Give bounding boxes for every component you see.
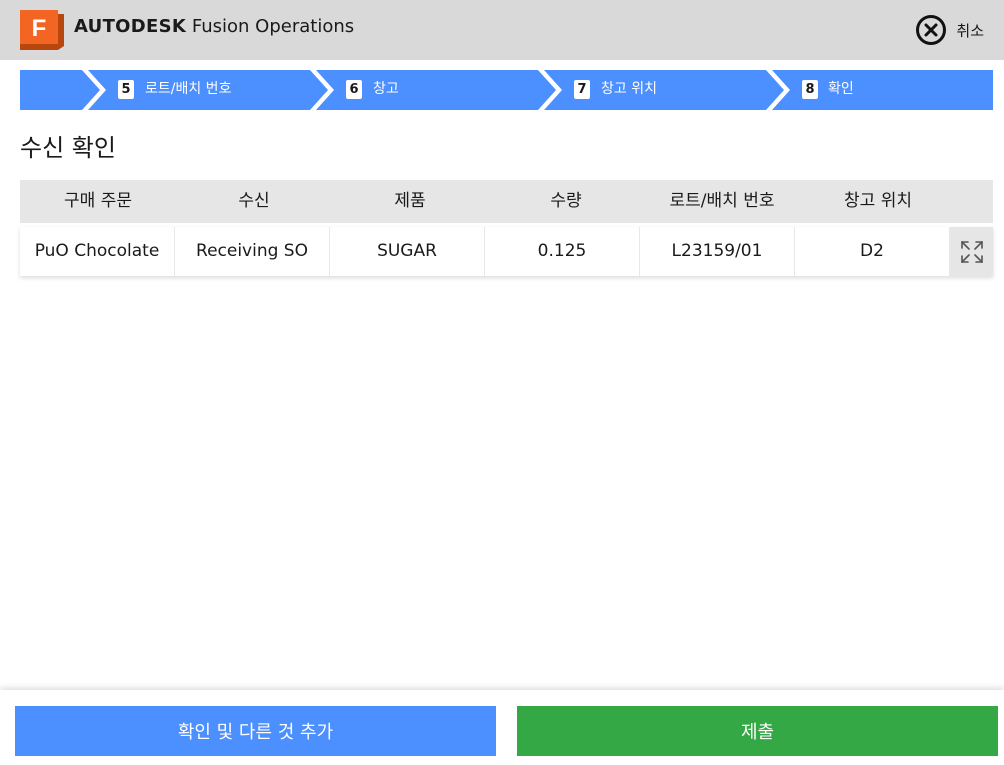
fusion-logo-icon: F <box>20 10 64 50</box>
step-label-8: 확인 <box>828 81 854 97</box>
header-lot-batch: 로트/배치 번호 <box>669 191 775 211</box>
expand-icon <box>960 240 983 263</box>
step-number-5: 5 <box>118 80 134 99</box>
step-label-6: 창고 <box>373 81 399 97</box>
cell-quantity: 0.125 <box>485 227 640 276</box>
header-purchase-order: 구매 주문 <box>64 191 132 211</box>
confirm-and-add-another-button[interactable]: 확인 및 다른 것 추가 <box>15 706 496 756</box>
table-row[interactable]: PuO Chocolate Receiving SO SUGAR 0.125 L… <box>20 227 993 276</box>
table-header: 구매 주문 수신 제품 수량 로트/배치 번호 창고 위치 <box>20 180 993 223</box>
confirmation-table: 구매 주문 수신 제품 수량 로트/배치 번호 창고 위치 PuO Chocol… <box>20 180 993 276</box>
step-number-6: 6 <box>346 80 362 99</box>
app-header: F AUTODESK Fusion Operations 취소 <box>0 0 1004 60</box>
cell-purchase-order: PuO Chocolate <box>20 227 175 276</box>
submit-button[interactable]: 제출 <box>517 706 998 756</box>
step-number-8: 8 <box>802 80 818 99</box>
close-circle-icon <box>916 15 947 45</box>
brand-product: Fusion Operations <box>191 16 355 37</box>
app-brand: AUTODESK Fusion Operations <box>74 16 354 38</box>
page-title: 수신 확인 <box>20 134 116 162</box>
header-receiving: 수신 <box>238 191 270 211</box>
step-number-7: 7 <box>574 80 590 99</box>
header-warehouse-location: 창고 위치 <box>844 191 912 211</box>
brand-bold: AUTODESK <box>74 16 187 37</box>
header-quantity: 수량 <box>550 191 582 211</box>
step-segment-prev <box>20 70 100 110</box>
header-spacer <box>956 180 993 223</box>
cell-product: SUGAR <box>330 227 485 276</box>
cell-warehouse-location: D2 <box>795 227 950 276</box>
step-label-5: 로트/배치 번호 <box>145 81 232 97</box>
logo-letter: F <box>32 15 47 42</box>
action-footer: 확인 및 다른 것 추가 제출 <box>0 690 1004 765</box>
step-label-7: 창고 위치 <box>601 81 657 97</box>
cell-receiving: Receiving SO <box>175 227 330 276</box>
cell-lot-batch: L23159/01 <box>640 227 795 276</box>
header-product: 제품 <box>394 191 426 211</box>
cancel-button[interactable]: 취소 <box>915 14 984 46</box>
step-progress-bar: 5 로트/배치 번호 6 창고 7 창고 위치 8 확인 <box>20 70 993 110</box>
expand-row-button[interactable] <box>950 227 993 276</box>
cancel-label: 취소 <box>956 21 984 40</box>
